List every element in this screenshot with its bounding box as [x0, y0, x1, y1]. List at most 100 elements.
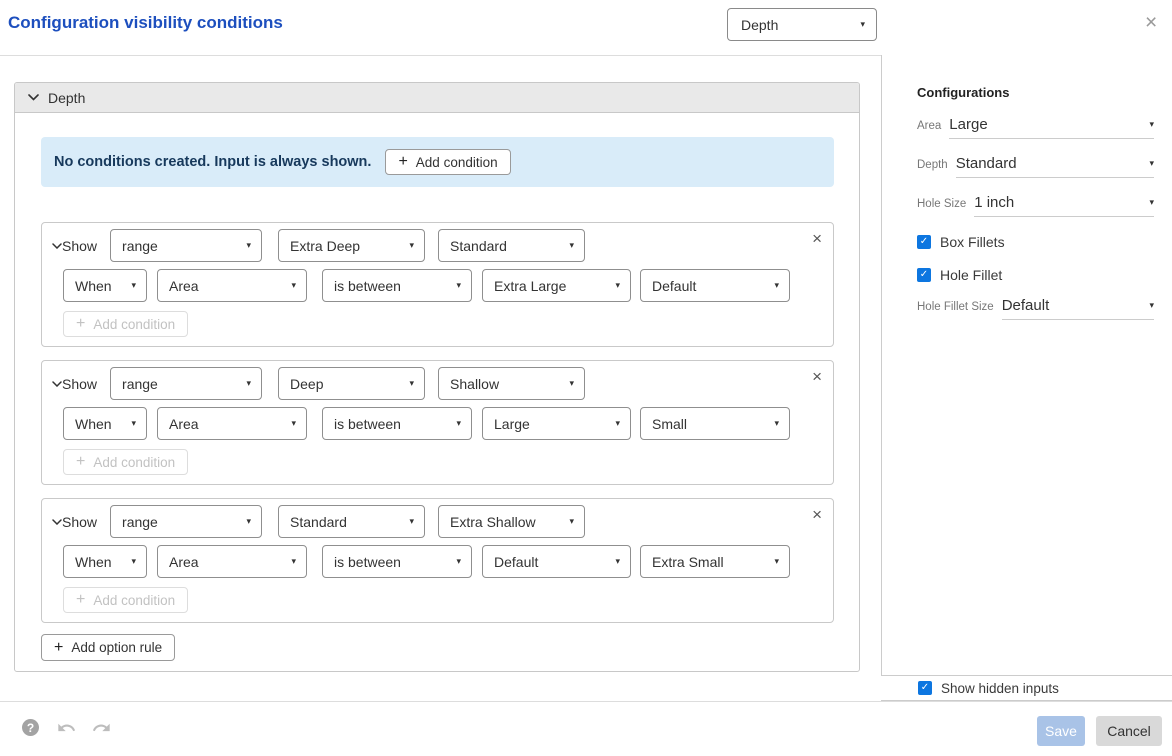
caret-down-icon: ▾ [291, 281, 296, 291]
hole-fillet-checkbox[interactable]: ✓ [917, 268, 931, 282]
when-select[interactable]: When▾ [63, 545, 147, 578]
show-hidden-inputs-checkbox[interactable]: ✓ [918, 681, 932, 695]
caret-down-icon: ▾ [456, 557, 461, 567]
config-row-hole-fillet: ✓ Hole Fillet [917, 267, 1154, 283]
add-condition-button-disabled[interactable]: + Add condition [63, 311, 188, 337]
when-value: When [75, 416, 112, 432]
add-option-rule-label: Add option rule [71, 640, 162, 655]
chevron-down-icon [52, 243, 62, 249]
operator-select[interactable]: is between▾ [322, 407, 472, 440]
range-to-select[interactable]: Standard▾ [438, 229, 585, 262]
add-condition-button[interactable]: + Add condition [385, 149, 510, 175]
checkbox-label: Box Fillets [940, 234, 1005, 250]
caret-down-icon: ▾ [860, 20, 865, 30]
caret-down-icon: ▾ [1149, 120, 1154, 130]
value-to-select[interactable]: Small ▾ [640, 407, 790, 440]
add-condition-label: Add condition [93, 455, 175, 470]
value-to-value: Extra Small [652, 554, 724, 570]
condition-input-select[interactable]: Area▾ [157, 407, 307, 440]
caret-down-icon: ▾ [570, 517, 575, 527]
show-hidden-inputs-label: Show hidden inputs [941, 681, 1059, 696]
rule-row-actions: + Add condition [63, 587, 188, 613]
remove-rule-icon[interactable]: × [812, 230, 822, 247]
condition-input-select[interactable]: Area▾ [157, 545, 307, 578]
range-to-select[interactable]: Extra Shallow▾ [438, 505, 585, 538]
chevron-down-icon [52, 381, 62, 387]
range-from-select[interactable]: Extra Deep ▾ [278, 229, 425, 262]
rule-row-condition: When ▾ Area▾ is between▾ Large▾ Small ▾ [63, 407, 790, 440]
page-title: Configuration visibility conditions [8, 13, 283, 33]
range-from-select[interactable]: Deep▾ [278, 367, 425, 400]
show-collapse-toggle[interactable] [52, 519, 62, 525]
redo-button[interactable] [91, 718, 112, 741]
operator-select[interactable]: is between▾ [322, 269, 472, 302]
caret-down-icon: ▾ [615, 419, 620, 429]
config-value: Default [1002, 297, 1050, 314]
caret-down-icon: ▾ [456, 281, 461, 291]
redo-icon [91, 718, 112, 736]
undo-button[interactable] [56, 718, 77, 741]
depth-section-header[interactable]: Depth [15, 83, 859, 113]
value-to-value: Small [652, 416, 687, 432]
value-to-select[interactable]: Default▾ [640, 269, 790, 302]
caret-down-icon: ▾ [131, 419, 136, 429]
range-from-select[interactable]: Standard▾ [278, 505, 425, 538]
close-icon[interactable]: × [1145, 12, 1157, 33]
chevron-down-icon [52, 519, 62, 525]
checkmark-icon: ✓ [921, 683, 929, 693]
add-condition-button-disabled[interactable]: + Add condition [63, 587, 188, 613]
remove-rule-icon[interactable]: × [812, 368, 822, 385]
operator-select[interactable]: is between▾ [322, 545, 472, 578]
show-collapse-toggle[interactable] [52, 243, 62, 249]
config-value-select[interactable]: Large ▾ [949, 116, 1154, 139]
range-from-value: Extra Deep [290, 238, 360, 254]
config-value-select[interactable]: Standard ▾ [956, 155, 1154, 178]
range-to-value: Shallow [450, 376, 499, 392]
add-condition-button-disabled[interactable]: + Add condition [63, 449, 188, 475]
config-label: Hole Size [917, 198, 966, 210]
add-option-rule-button[interactable]: + Add option rule [41, 634, 175, 661]
cancel-button[interactable]: Cancel [1096, 716, 1162, 746]
help-icon[interactable]: ? [22, 719, 39, 736]
caret-down-icon: ▾ [410, 241, 415, 251]
config-value-select[interactable]: 1 inch ▾ [974, 194, 1154, 217]
when-select[interactable]: When ▾ [63, 407, 147, 440]
rule-type-select[interactable]: range▾ [110, 367, 262, 400]
rule-row-actions: + Add condition [63, 449, 188, 475]
add-condition-label: Add condition [416, 155, 498, 170]
value-from-select[interactable]: Default▾ [482, 545, 631, 578]
caret-down-icon: ▾ [456, 419, 461, 429]
range-to-select[interactable]: Shallow▾ [438, 367, 585, 400]
value-from-select[interactable]: Large▾ [482, 407, 631, 440]
rule-type-value: range [122, 376, 158, 392]
caret-down-icon: ▾ [410, 517, 415, 527]
plus-icon: + [76, 454, 85, 470]
caret-down-icon: ▾ [291, 419, 296, 429]
rule-type-select[interactable]: range▾ [110, 229, 262, 262]
caret-down-icon: ▾ [291, 557, 296, 567]
caret-down-icon: ▾ [774, 419, 779, 429]
show-collapse-toggle[interactable] [52, 381, 62, 387]
config-label: Depth [917, 159, 948, 171]
caret-down-icon: ▾ [131, 281, 136, 291]
configurations-title: Configurations [917, 55, 1154, 100]
rule-row-show: Show range▾ Extra Deep▾ Standard▾ [52, 229, 585, 262]
value-to-select[interactable]: Extra Small▾ [640, 545, 790, 578]
input-selector[interactable]: Depth ▾ [727, 8, 877, 41]
remove-rule-icon[interactable]: × [812, 506, 822, 523]
range-from-value: Deep [290, 376, 323, 392]
caret-down-icon: ▾ [774, 281, 779, 291]
box-fillets-checkbox[interactable]: ✓ [917, 235, 931, 249]
banner-message: No conditions created. Input is always s… [54, 154, 371, 170]
checkmark-icon: ✓ [920, 270, 928, 280]
undo-icon [56, 718, 77, 736]
depth-section-body: No conditions created. Input is always s… [15, 113, 859, 671]
rule-type-select[interactable]: range▾ [110, 505, 262, 538]
input-selector-value: Depth [741, 17, 778, 33]
config-value-select[interactable]: Default ▾ [1002, 297, 1154, 320]
save-button[interactable]: Save [1037, 716, 1085, 746]
value-from-select[interactable]: Extra Large▾ [482, 269, 631, 302]
when-select[interactable]: When▾ [63, 269, 147, 302]
condition-input-select[interactable]: Area▾ [157, 269, 307, 302]
when-value: When [75, 554, 112, 570]
